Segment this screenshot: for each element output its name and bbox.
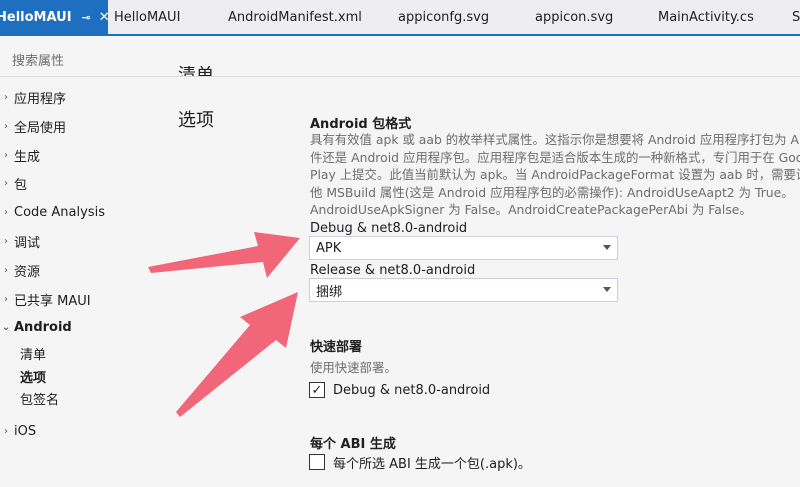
sidebar-item-code-analysis[interactable]: › Code Analysis: [0, 200, 105, 224]
sidebar-item-label: 已共享 MAUI: [14, 293, 91, 309]
chevron-down-icon: ⌄: [1, 321, 11, 333]
tab-hellomaui[interactable]: HelloMAUI: [108, 0, 226, 34]
tab-appicon[interactable]: appicon.svg: [529, 0, 654, 34]
sidebar-item-build[interactable]: › 生成: [0, 143, 40, 167]
sidebar-item-label: iOS: [14, 423, 37, 439]
section-heading-manifest: 清单: [178, 66, 214, 76]
sidebar-item-shared-maui[interactable]: › 已共享 MAUI: [0, 287, 91, 311]
tab-appiconfg[interactable]: appiconfg.svg: [392, 0, 529, 34]
chevron-right-icon: ›: [4, 206, 8, 218]
sidebar-item-application[interactable]: › 应用程序: [0, 85, 66, 109]
sidebar-item-global-usings[interactable]: › 全局使用: [0, 114, 66, 138]
sidebar-item-label: 调试: [14, 235, 41, 251]
search-properties-input[interactable]: 搜索属性: [12, 50, 64, 69]
sidebar-item-label: Android: [14, 319, 72, 335]
sidebar-item-label: 清单: [20, 347, 47, 363]
annotation-arrow: [148, 232, 300, 278]
sidebar-item-ios[interactable]: › iOS: [0, 419, 36, 443]
per-abi-checkbox[interactable]: [309, 454, 325, 470]
chevron-right-icon: ›: [4, 293, 8, 305]
tab-label: AndroidManifest.xml: [228, 9, 362, 25]
property-title-package-format: Android 包格式: [310, 117, 412, 132]
pin-icon[interactable]: ⊸: [82, 11, 91, 24]
document-tab-strip: HelloMAUI ⊸ ✕ HelloMAUI AndroidManifest.…: [0, 0, 800, 36]
property-description: 具有有效值 apk 或 aab 的枚举样式属性。这指示你是想要将 Android…: [310, 132, 800, 217]
chevron-down-icon: [603, 245, 611, 250]
tab-label: MainActivity.cs: [658, 9, 754, 25]
chevron-right-icon: ›: [4, 425, 8, 437]
config-label-debug: Debug & net8.0-android: [310, 221, 468, 236]
checkbox-label: Debug & net8.0-android: [333, 382, 491, 398]
chevron-right-icon: ›: [4, 177, 8, 189]
tab-androidmanifest[interactable]: AndroidManifest.xml: [226, 0, 392, 34]
chevron-right-icon: ›: [4, 235, 8, 247]
property-title-per-abi: 每个 ABI 生成: [310, 437, 396, 452]
dropdown-value: APK: [316, 240, 342, 256]
tab-label: HelloMAUI: [114, 9, 181, 25]
tab-label: S: [792, 9, 800, 25]
divider: [0, 76, 800, 77]
package-format-debug-dropdown[interactable]: APK: [309, 236, 618, 260]
sidebar-item-label: 应用程序: [14, 91, 67, 107]
tab-label: appicon.svg: [535, 9, 614, 25]
sidebar-item-label: Code Analysis: [14, 204, 105, 220]
tab-label: appiconfg.svg: [398, 9, 490, 25]
chevron-right-icon: ›: [4, 91, 8, 103]
tab-hellomaui-properties[interactable]: HelloMAUI ⊸ ✕: [0, 0, 110, 34]
config-label-release: Release & net8.0-android: [310, 263, 476, 278]
chevron-down-icon: [603, 287, 611, 292]
tab-mainactivity[interactable]: MainActivity.cs: [654, 0, 790, 34]
property-description: 使用快速部署。: [310, 360, 397, 375]
sidebar-item-package[interactable]: › 包: [0, 171, 27, 195]
dropdown-value: 捆绑: [316, 284, 343, 300]
sidebar-item-debug[interactable]: › 调试: [0, 229, 40, 253]
sidebar-subitem-package-signing[interactable]: 包签名: [20, 387, 59, 409]
sidebar-subitem-options[interactable]: 选项: [20, 365, 46, 387]
chevron-right-icon: ›: [4, 149, 8, 161]
sidebar-item-label: 资源: [14, 264, 41, 280]
checkmark-icon: ✓: [311, 382, 323, 398]
per-abi-checkbox-row[interactable]: 每个所选 ABI 生成一个包(.apk)。: [309, 452, 531, 472]
package-format-release-dropdown[interactable]: 捆绑: [309, 278, 618, 302]
tab-overflow[interactable]: S: [790, 0, 800, 34]
property-title-fast-deploy: 快速部署: [310, 340, 363, 355]
annotation-arrow: [176, 292, 298, 417]
sidebar-subitem-manifest[interactable]: 清单: [20, 342, 46, 364]
fast-deploy-checkbox-row[interactable]: ✓ Debug & net8.0-android: [309, 380, 490, 400]
chevron-right-icon: ›: [4, 264, 8, 276]
sidebar-item-label: 包: [14, 177, 28, 193]
sidebar-item-android[interactable]: ⌄ Android: [0, 315, 72, 339]
sidebar-item-label: 包签名: [20, 392, 60, 408]
checkbox-label: 每个所选 ABI 生成一个包(.apk)。: [333, 456, 531, 472]
section-heading-options: 选项: [178, 110, 214, 131]
sidebar-item-label: 全局使用: [14, 120, 67, 136]
chevron-right-icon: ›: [4, 120, 8, 132]
sidebar-item-label: 生成: [14, 149, 41, 165]
sidebar-item-label: 选项: [20, 370, 47, 386]
fast-deploy-checkbox[interactable]: ✓: [309, 382, 325, 398]
tab-label: HelloMAUI: [0, 9, 72, 25]
sidebar-item-resources[interactable]: › 资源: [0, 258, 40, 282]
